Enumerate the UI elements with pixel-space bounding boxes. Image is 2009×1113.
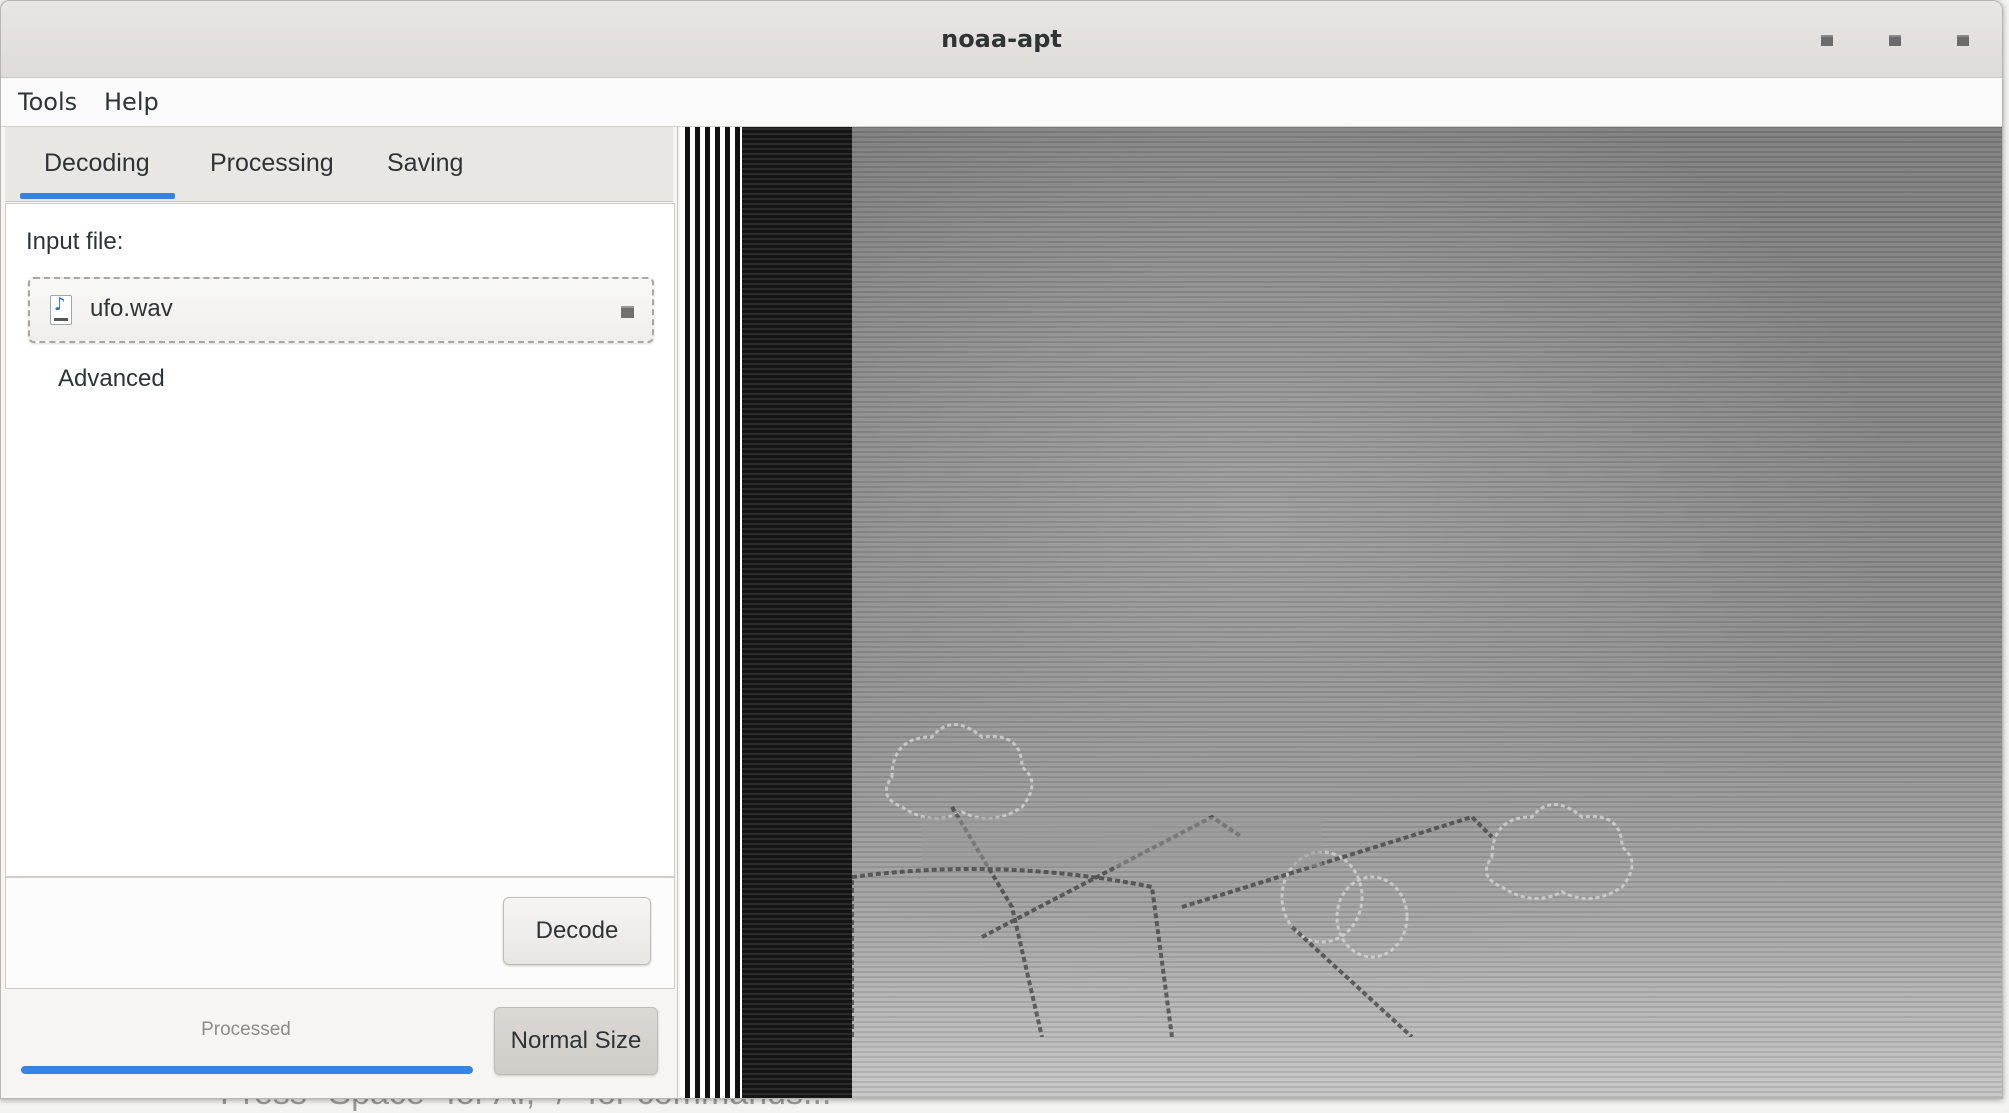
active-tab-indicator xyxy=(20,193,175,199)
input-file-chooser[interactable]: ufo.wav xyxy=(28,277,654,343)
advanced-expander[interactable]: Advanced xyxy=(58,365,165,393)
maximize-icon xyxy=(1889,34,1901,46)
menu-tools[interactable]: Tools xyxy=(14,88,81,116)
space-marker-band xyxy=(742,127,852,1098)
decoding-tab-content: Input file: ufo.wav Advanced xyxy=(5,203,675,877)
menu-bar: Tools Help xyxy=(1,78,2002,127)
normal-size-button[interactable]: Normal Size xyxy=(494,1007,658,1075)
audio-file-icon xyxy=(50,294,72,325)
control-panel: Decoding Processing Saving Input file: u… xyxy=(1,127,678,1098)
input-file-name: ufo.wav xyxy=(90,295,173,322)
minimize-button[interactable] xyxy=(1812,27,1842,53)
decode-button[interactable]: Decode xyxy=(503,897,651,965)
open-file-icon xyxy=(621,306,634,318)
sync-pulse-strip xyxy=(680,127,742,1098)
tab-processing[interactable]: Processing xyxy=(210,149,334,178)
title-bar: noaa-apt xyxy=(1,1,2002,78)
tab-bar: Decoding Processing Saving xyxy=(5,127,673,202)
progress-bar-fill xyxy=(21,1066,473,1074)
tab-decoding[interactable]: Decoding xyxy=(44,149,150,178)
window-title: noaa-apt xyxy=(941,25,1062,53)
image-artifact-drawing xyxy=(852,723,1634,1037)
close-icon xyxy=(1957,34,1969,46)
minimize-icon xyxy=(1821,34,1833,46)
input-file-label: Input file: xyxy=(26,228,124,255)
close-button[interactable] xyxy=(1948,27,1978,53)
progress-label: Processed xyxy=(201,1019,291,1040)
progress-bar xyxy=(21,1066,473,1074)
tab-saving[interactable]: Saving xyxy=(387,149,463,178)
app-window: noaa-apt Tools Help Decoding Processing … xyxy=(0,0,2003,1099)
maximize-button[interactable] xyxy=(1880,27,1910,53)
menu-help[interactable]: Help xyxy=(100,88,163,116)
decoded-image-view[interactable] xyxy=(680,127,2002,1098)
